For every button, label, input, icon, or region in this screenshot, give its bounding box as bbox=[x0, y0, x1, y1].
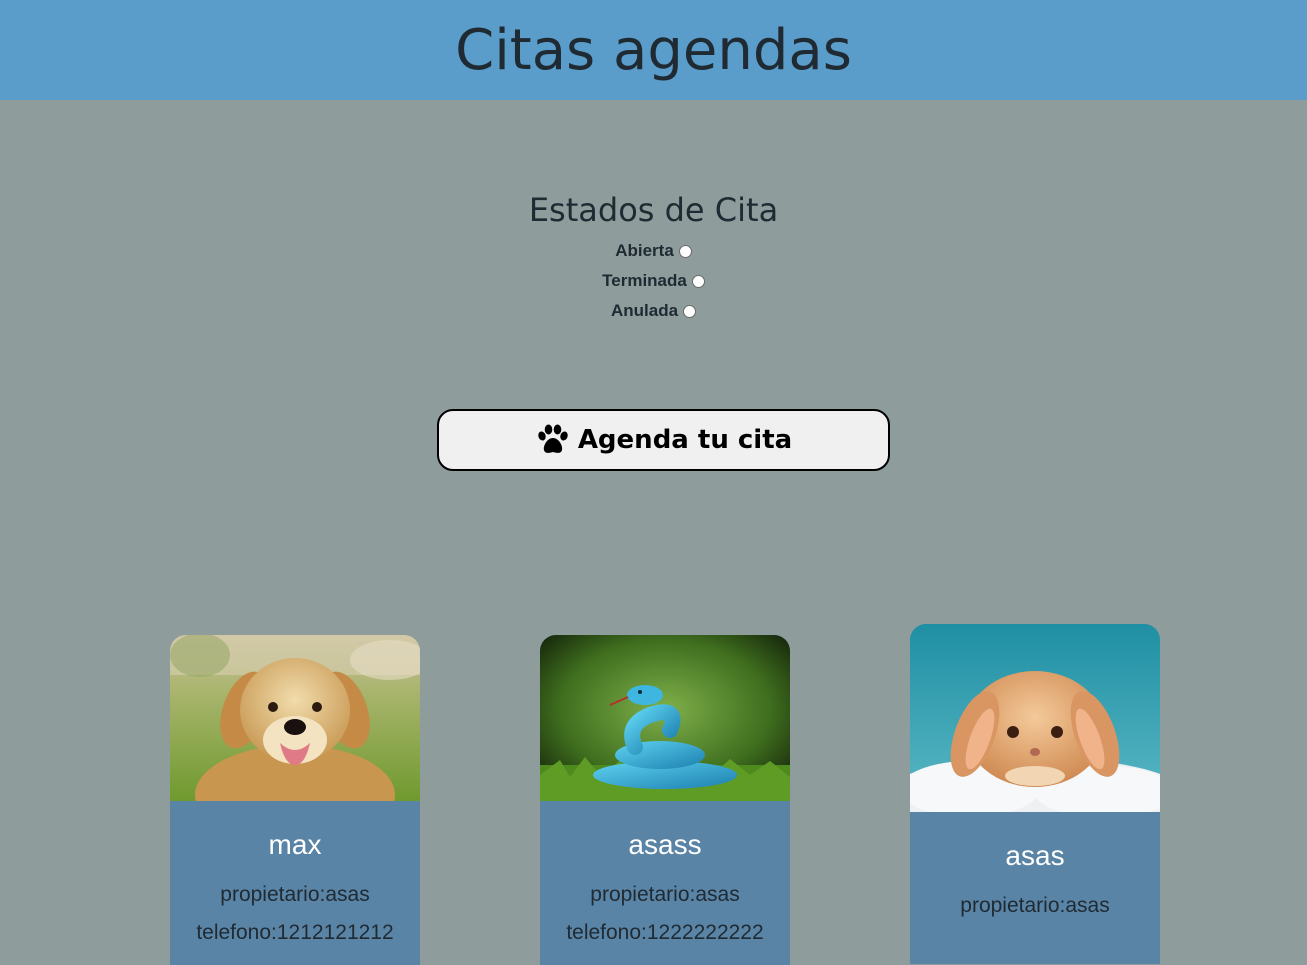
pet-name: asas bbox=[1005, 840, 1065, 871]
agenda-cita-button[interactable]: Agenda tu cita bbox=[437, 409, 890, 471]
page-header: Citas agendas bbox=[0, 0, 1307, 100]
pet-card-asass: asass propietario:asas telefono:12222222… bbox=[540, 635, 790, 965]
radio-label-abierta: Abierta bbox=[615, 241, 674, 260]
radio-option-terminada[interactable]: Terminada bbox=[0, 266, 1307, 296]
radio-option-anulada[interactable]: Anulada bbox=[0, 296, 1307, 326]
pet-name: max bbox=[268, 829, 322, 860]
radio-abierta[interactable] bbox=[678, 244, 692, 258]
pet-name: asass bbox=[628, 829, 702, 860]
pet-photo-snake bbox=[540, 635, 790, 801]
pet-owner: propietario:asas bbox=[220, 883, 370, 906]
page-title: Citas agendas bbox=[455, 17, 852, 83]
radio-anulada[interactable] bbox=[683, 304, 697, 318]
pet-owner: propietario:asas bbox=[960, 894, 1110, 917]
pet-phone: telefono:1222222222 bbox=[566, 921, 764, 944]
pet-phone: telefono:1212121212 bbox=[196, 921, 394, 944]
paw-icon bbox=[538, 424, 568, 453]
pet-card-asas: asas propietario:asas bbox=[910, 624, 1160, 964]
agenda-cita-label: Agenda tu cita bbox=[577, 425, 793, 455]
radio-option-abierta[interactable]: Abierta bbox=[0, 236, 1307, 266]
pet-photo-dog bbox=[170, 635, 420, 801]
pet-owner: propietario:asas bbox=[590, 883, 740, 906]
estados-title: Estados de Cita bbox=[528, 191, 779, 229]
radio-label-terminada: Terminada bbox=[602, 271, 687, 290]
radio-label-anulada: Anulada bbox=[610, 301, 679, 320]
estados-section: Estados de Cita Abierta Terminada Anulad… bbox=[0, 188, 1307, 326]
pet-photo-rabbit bbox=[910, 624, 1160, 812]
radio-terminada[interactable] bbox=[691, 274, 705, 288]
pet-card-max: max propietario:asas telefono:1212121212 bbox=[170, 635, 420, 965]
